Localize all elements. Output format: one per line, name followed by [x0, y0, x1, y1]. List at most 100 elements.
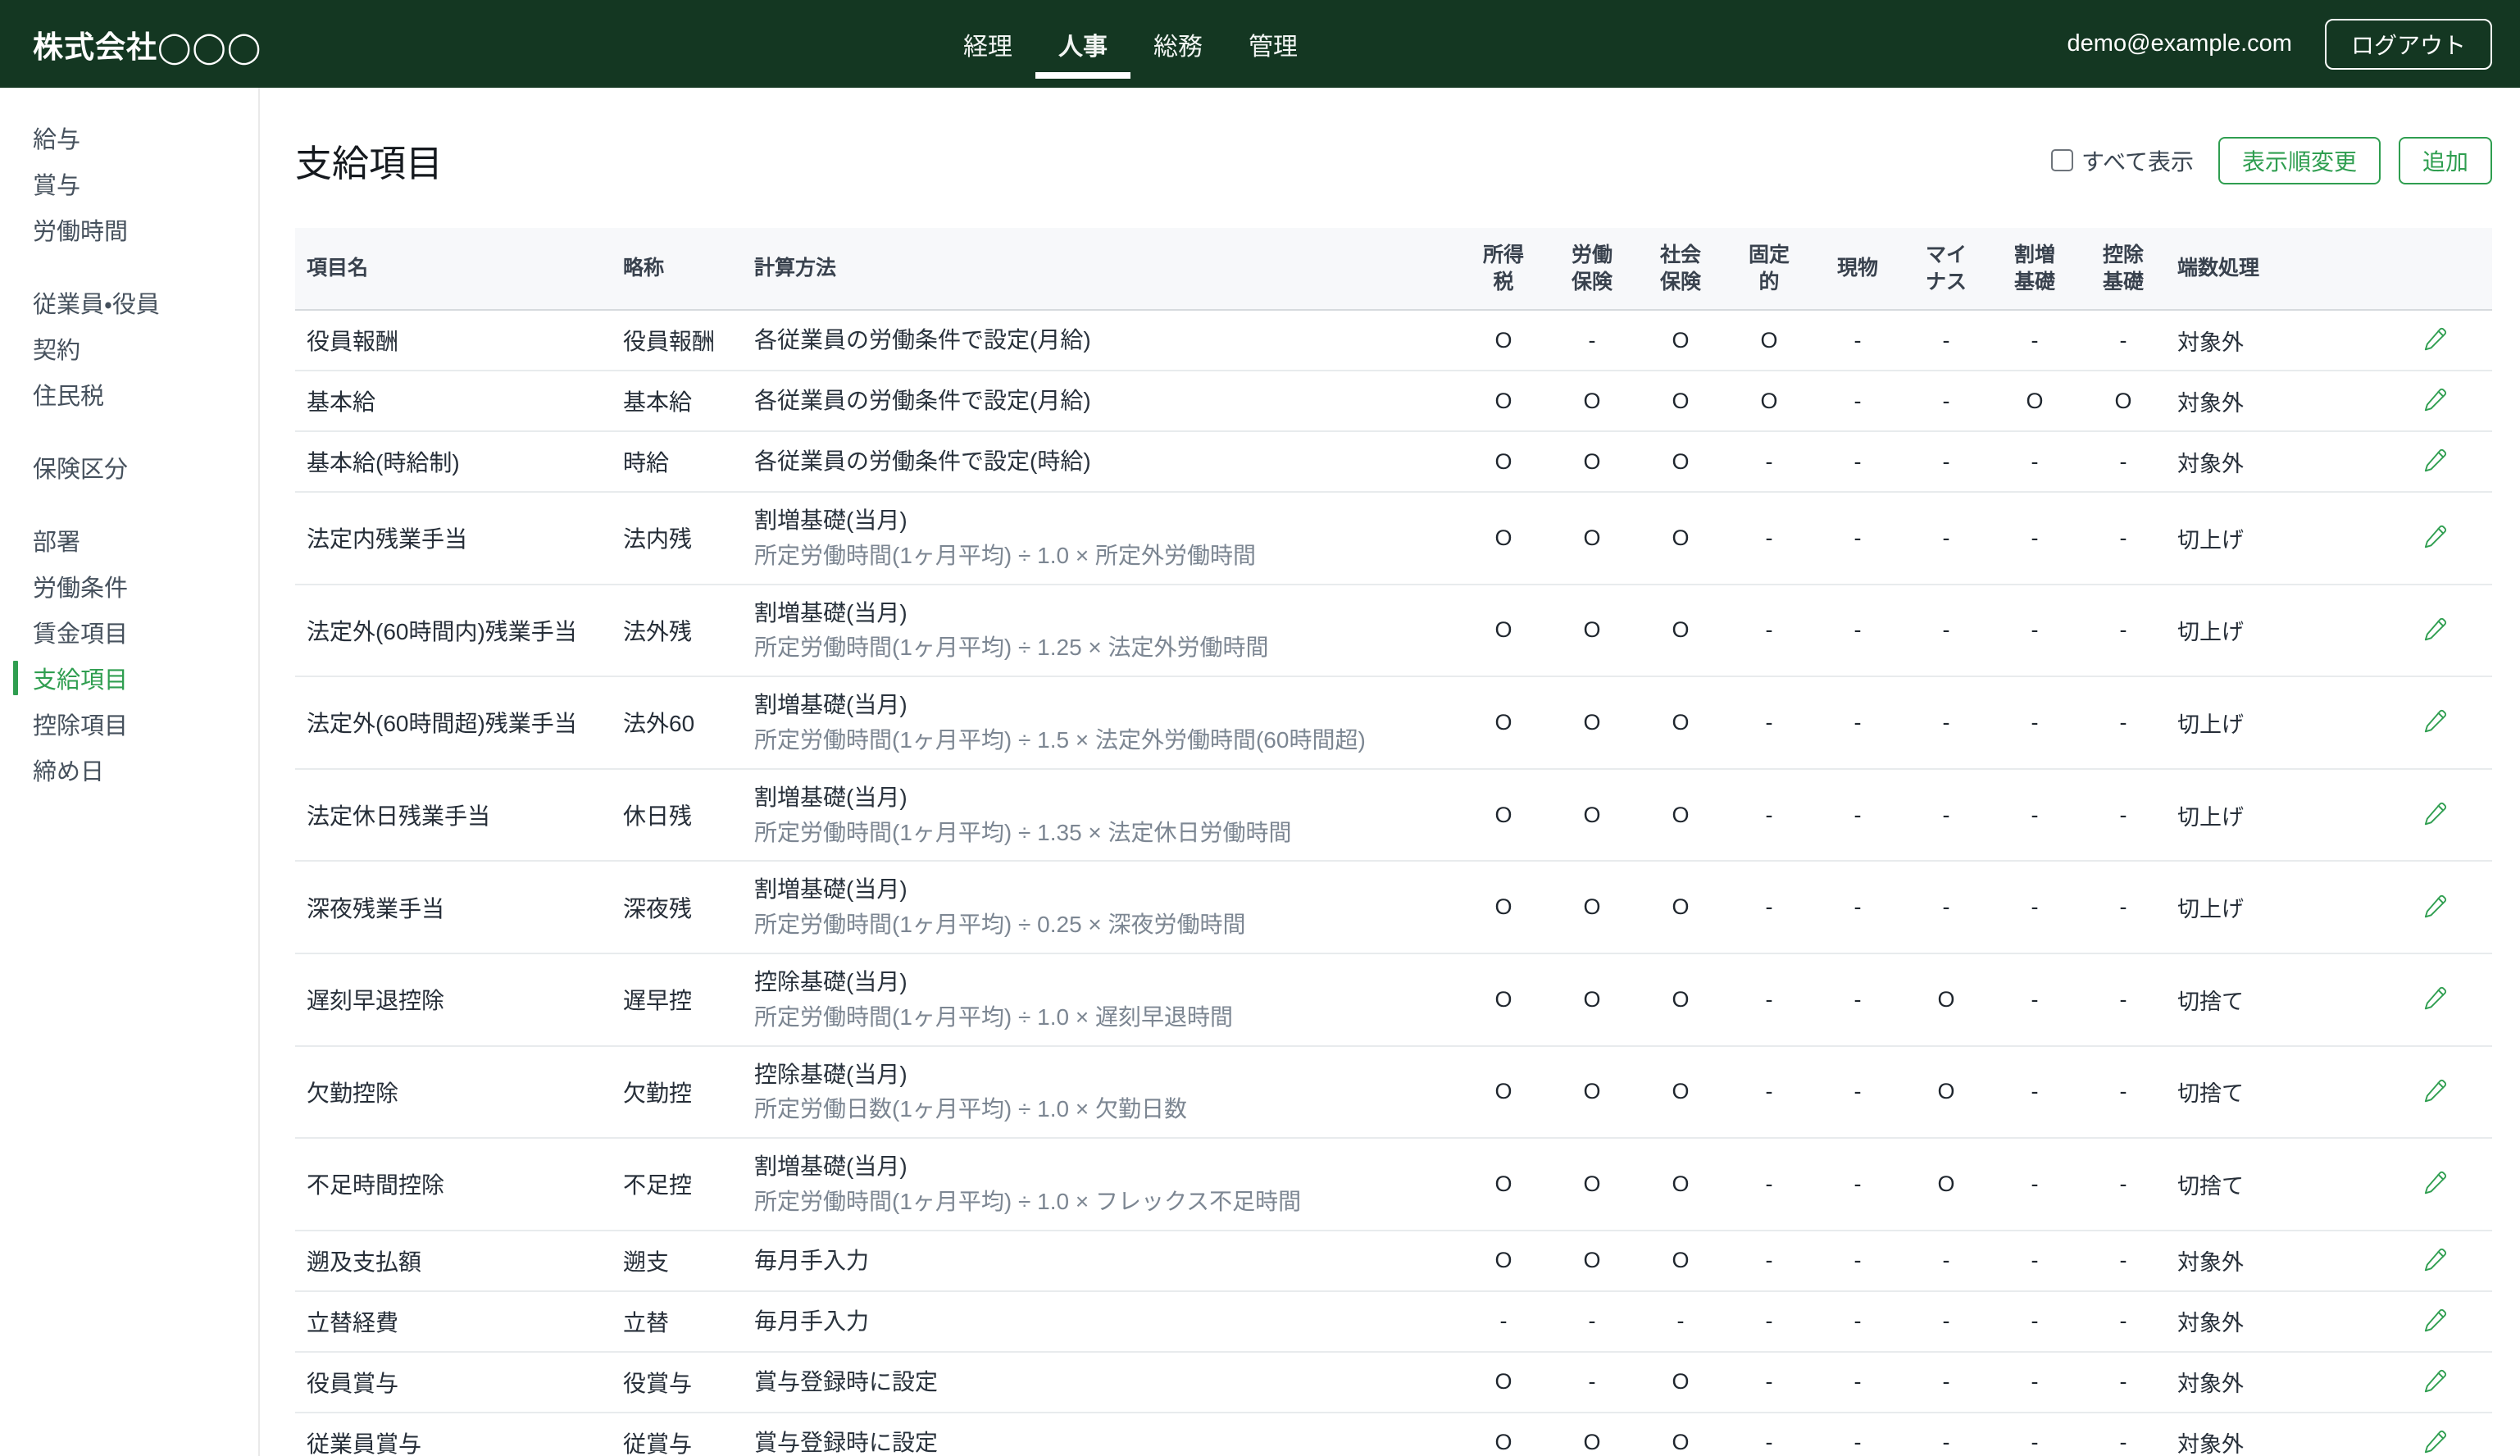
sidebar-item[interactable]: 住民税	[0, 371, 258, 417]
sidebar-item[interactable]: 控除項目	[0, 701, 258, 747]
edit-button[interactable]	[2419, 444, 2451, 476]
flag-cell: O	[1636, 431, 1725, 492]
flag-cell: -	[1813, 431, 1902, 492]
item-name-cell: 欠勤控除	[295, 1046, 623, 1139]
edit-button[interactable]	[2419, 1167, 2451, 1199]
edit-button[interactable]	[2419, 890, 2451, 922]
flag-cell: -	[1813, 1413, 1902, 1456]
flag-cell: O	[1636, 676, 1725, 769]
calc-cell: 割増基礎(当月)所定労働時間(1ヶ月平均) ÷ 1.0 × 所定外労働時間	[754, 492, 1459, 585]
calc-cell: 賞与登録時に設定	[754, 1352, 1459, 1413]
abbr-cell: 役員報酬	[623, 310, 754, 371]
sidebar-item[interactable]: 支給項目	[0, 655, 258, 701]
edit-button[interactable]	[2419, 384, 2451, 416]
flag-cell: O	[1636, 310, 1725, 371]
sidebar-item[interactable]: 保険区分	[0, 444, 258, 490]
flag-cell: -	[1813, 676, 1902, 769]
rounding-cell: 切上げ	[2167, 769, 2377, 862]
edit-button[interactable]	[2419, 323, 2451, 355]
flag-cell: -	[1902, 431, 1990, 492]
rounding-cell: 切上げ	[2167, 676, 2377, 769]
calc-cell: 割増基礎(当月)所定労働時間(1ヶ月平均) ÷ 1.0 × フレックス不足時間	[754, 1138, 1459, 1231]
flag-cell: O	[1548, 953, 1636, 1046]
show-all-checkbox[interactable]	[2051, 149, 2073, 171]
rounding-cell: 切捨て	[2167, 1046, 2377, 1139]
calc-cell: 控除基礎(当月)所定労働日数(1ヶ月平均) ÷ 1.0 × 欠勤日数	[754, 1046, 1459, 1139]
calc-cell: 各従業員の労働条件で設定(時給)	[754, 431, 1459, 492]
col-header-flag: 所得 税	[1459, 228, 1548, 310]
show-all-toggle[interactable]: すべて表示	[2051, 144, 2194, 177]
edit-button[interactable]	[2419, 982, 2451, 1014]
rounding-cell: 対象外	[2167, 1352, 2377, 1413]
calc-cell: 各従業員の労働条件で設定(月給)	[754, 371, 1459, 431]
rounding-cell: 切捨て	[2167, 953, 2377, 1046]
flag-cell: -	[1459, 1291, 1548, 1352]
sidebar-item[interactable]: 締め日	[0, 747, 258, 793]
abbr-cell: 法内残	[623, 492, 754, 585]
flag-cell: -	[2079, 431, 2167, 492]
edit-cell	[2377, 769, 2492, 862]
edit-button[interactable]	[2419, 1244, 2451, 1276]
flag-cell: O	[1459, 1413, 1548, 1456]
edit-cell	[2377, 1138, 2492, 1231]
main-content: 支給項目 すべて表示 表示順変更 追加 項目名略称計算方法所得 税労働 保険社会…	[260, 88, 2520, 1456]
item-name-cell: 遅刻早退控除	[295, 953, 623, 1046]
sidebar-item[interactable]: 従業員・役員	[0, 280, 258, 325]
edit-icon	[2421, 799, 2449, 828]
add-button[interactable]: 追加	[2399, 137, 2492, 184]
flag-cell: O	[1459, 861, 1548, 953]
flag-cell: -	[1725, 1138, 1813, 1231]
edit-cell	[2377, 1046, 2492, 1139]
calc-line1: 割増基礎(当月)	[754, 505, 1459, 536]
tab-総務[interactable]: 総務	[1130, 0, 1226, 88]
flag-cell: -	[2079, 676, 2167, 769]
edit-button[interactable]	[2419, 1304, 2451, 1336]
flag-cell: -	[1548, 310, 1636, 371]
calc-line1: 賞与登録時に設定	[754, 1427, 1459, 1456]
edit-button[interactable]	[2419, 613, 2451, 645]
sidebar-item[interactable]: 賃金項目	[0, 609, 258, 655]
edit-button[interactable]	[2419, 1075, 2451, 1107]
tab-人事[interactable]: 人事	[1035, 0, 1130, 88]
item-name-cell: 法定外(60時間超)残業手当	[295, 676, 623, 769]
edit-button[interactable]	[2419, 798, 2451, 830]
sidebar-item[interactable]: 部署	[0, 517, 258, 563]
logout-button[interactable]: ログアウト	[2325, 19, 2492, 70]
col-header-calc: 計算方法	[754, 228, 1459, 310]
table-row: 遡及支払額遡支毎月手入力OOO-----対象外	[295, 1231, 2492, 1291]
calc-line2: 所定労働日数(1ヶ月平均) ÷ 1.0 × 欠勤日数	[754, 1094, 1459, 1125]
flag-cell: -	[1902, 1413, 1990, 1456]
table-row: 遅刻早退控除遅早控控除基礎(当月)所定労働時間(1ヶ月平均) ÷ 1.0 × 遅…	[295, 953, 2492, 1046]
col-header-flag: 割増 基礎	[1990, 228, 2079, 310]
flag-cell: -	[1725, 676, 1813, 769]
item-name-cell: 深夜残業手当	[295, 861, 623, 953]
flag-cell: -	[2079, 1231, 2167, 1291]
sidebar-item[interactable]: 給与	[0, 115, 258, 161]
sidebar-group: 部署労働条件賃金項目支給項目控除項目締め日	[0, 517, 258, 793]
flag-cell: -	[1813, 585, 1902, 677]
calc-line1: 各従業員の労働条件で設定(時給)	[754, 446, 1459, 477]
tab-経理[interactable]: 経理	[940, 0, 1035, 88]
sidebar-item[interactable]: 契約	[0, 325, 258, 371]
edit-button[interactable]	[2419, 1365, 2451, 1397]
edit-button[interactable]	[2419, 705, 2451, 737]
flag-cell: -	[1813, 1046, 1902, 1139]
flag-cell: -	[1813, 1352, 1902, 1413]
table-row: 役員賞与役賞与賞与登録時に設定O-O-----対象外	[295, 1352, 2492, 1413]
sidebar-item[interactable]: 賞与	[0, 161, 258, 207]
flag-cell: O	[1459, 585, 1548, 677]
edit-cell	[2377, 431, 2492, 492]
show-all-label: すべて表示	[2081, 144, 2194, 177]
flag-cell: -	[1902, 1352, 1990, 1413]
rounding-cell: 切上げ	[2167, 492, 2377, 585]
edit-button[interactable]	[2419, 1426, 2451, 1456]
calc-line2: 所定労働時間(1ヶ月平均) ÷ 1.35 × 法定休日労働時間	[754, 817, 1459, 849]
sidebar-item[interactable]: 労働時間	[0, 207, 258, 253]
table-header-row: 項目名略称計算方法所得 税労働 保険社会 保険固定 的現物マイ ナス割増 基礎控…	[295, 228, 2492, 310]
edit-button[interactable]	[2419, 521, 2451, 553]
edit-icon	[2421, 1367, 2449, 1395]
sidebar-item[interactable]: 労働条件	[0, 563, 258, 609]
tab-管理[interactable]: 管理	[1226, 0, 1321, 88]
col-header-flag: 労働 保険	[1548, 228, 1636, 310]
reorder-button[interactable]: 表示順変更	[2218, 137, 2381, 184]
